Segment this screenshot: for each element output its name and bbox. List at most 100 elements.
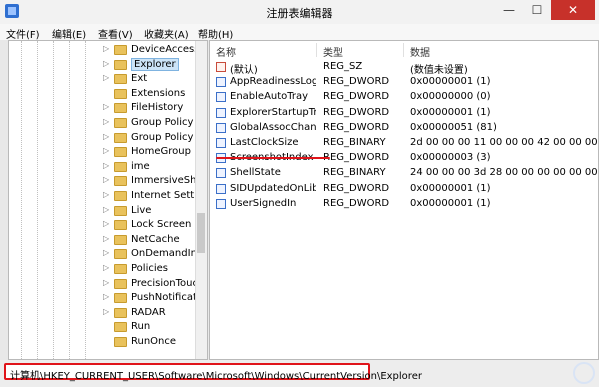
column-header-data[interactable]: 数据 (410, 44, 430, 59)
tree-item-netcache[interactable]: ▷ NetCache (103, 233, 207, 248)
menu-view[interactable]: 查看(V) (98, 26, 133, 41)
tree-item-lock-screen[interactable]: ▷ Lock Screen (103, 218, 207, 233)
tree-item-group-policy-edi[interactable]: ▷ Group Policy Edi (103, 131, 207, 146)
column-divider[interactable] (316, 43, 317, 57)
tree-item-label: FileHistory (131, 102, 184, 114)
expand-arrow-icon[interactable]: ▷ (103, 263, 113, 272)
value-name: LastClockSize (230, 137, 299, 148)
folder-icon (114, 176, 127, 187)
value-row[interactable]: ShellState REG_BINARY 24 00 00 00 3d 28 00… (210, 166, 598, 181)
menu-favorites[interactable]: 收藏夹(A) (144, 26, 189, 41)
registry-path: 计算机\HKEY_CURRENT_USER\Software\Microsoft… (10, 371, 422, 382)
expand-arrow-icon[interactable]: ▷ (103, 117, 113, 126)
binary-value-icon (216, 122, 226, 133)
expand-arrow-icon[interactable]: ▷ (103, 132, 113, 141)
binary-value-icon (216, 138, 226, 148)
expand-arrow-icon[interactable]: ▷ (103, 278, 113, 287)
value-row[interactable]: GlobalAssocChang... REG_DWORD 0x00000051 (… (210, 121, 598, 136)
tree-guide-line (37, 41, 38, 359)
value-data: 0x00000003 (3) (410, 152, 491, 164)
string-value-icon (216, 62, 226, 72)
folder-icon (114, 249, 127, 260)
value-data: 0x00000000 (0) (410, 91, 491, 103)
value-row[interactable]: UserSignedIn REG_DWORD 0x00000001 (1) (210, 197, 598, 212)
menu-help[interactable]: 帮助(H) (198, 26, 233, 41)
value-row[interactable]: EnableAutoTray REG_DWORD 0x00000000 (0) (210, 90, 598, 105)
maximize-button[interactable]: ☐ (523, 0, 551, 20)
column-header-name[interactable]: 名称 (216, 44, 236, 59)
tree-item-immersiveshell[interactable]: ▷ ImmersiveShell (103, 174, 207, 189)
tree-item-explorer[interactable]: ▷ Explorer (103, 57, 207, 73)
menu-edit[interactable]: 编辑(E) (52, 26, 86, 41)
value-row[interactable]: AppReadinessLogo... REG_DWORD 0x00000001 (… (210, 75, 598, 90)
tree-item-live[interactable]: ▷ Live (103, 204, 207, 219)
value-name: SIDUpdatedOnLibr... (230, 182, 316, 194)
status-bar: 计算机\HKEY_CURRENT_USER\Software\Microsoft… (0, 360, 599, 387)
tree-guide-line (85, 41, 86, 359)
minimize-button[interactable]: — (495, 0, 523, 20)
binary-value-icon (216, 183, 226, 194)
expand-arrow-icon[interactable]: ▷ (103, 190, 113, 199)
registry-path-highlight: 计算机\HKEY_CURRENT_USER\Software\Microsoft… (4, 363, 422, 382)
tree-scrollbar-thumb[interactable] (197, 213, 205, 253)
column-header-type[interactable]: 类型 (323, 44, 343, 59)
tree-item-precisiontouchp[interactable]: ▷ PrecisionTouchP (103, 277, 207, 292)
value-name: ShellState (230, 167, 281, 179)
expand-arrow-icon[interactable]: ▷ (103, 44, 113, 53)
folder-icon (114, 132, 127, 143)
tree-item-radar[interactable]: ▷ RADAR (103, 306, 207, 321)
tree-item-policies[interactable]: ▷ Policies (103, 262, 207, 277)
tree-item-internet-settings[interactable]: ▷ Internet Settings (103, 189, 207, 204)
binary-value-icon (216, 168, 226, 179)
tree-item-pushnotification[interactable]: ▷ PushNotification (103, 291, 207, 306)
tree-scrollbar[interactable] (195, 41, 207, 359)
expand-arrow-icon[interactable]: ▷ (103, 292, 113, 301)
folder-icon (114, 220, 127, 231)
close-button[interactable]: ✕ (551, 0, 595, 20)
tree-item-extensions[interactable]: Extensions (103, 87, 207, 102)
tree-item-filehistory[interactable]: ▷ FileHistory (103, 101, 207, 116)
tree-item-group-policy[interactable]: ▷ Group Policy (103, 116, 207, 131)
tree-item-label: Explorer (131, 57, 179, 71)
value-type: REG_BINARY (323, 137, 386, 148)
binary-value-icon (216, 107, 226, 118)
value-row[interactable]: LastClockSize REG_BINARY 2d 00 00 00 11 00… (210, 136, 598, 151)
folder-icon (114, 88, 127, 99)
expand-arrow-icon[interactable]: ▷ (103, 146, 113, 155)
expand-arrow-icon[interactable]: ▷ (103, 307, 113, 316)
tree-item-runonce[interactable]: RunOnce (103, 335, 207, 350)
folder-icon (114, 293, 127, 304)
expand-arrow-icon[interactable]: ▷ (103, 73, 113, 82)
expand-arrow-icon[interactable]: ▷ (103, 248, 113, 257)
value-name: EnableAutoTray (230, 91, 309, 103)
folder-icon (114, 59, 127, 70)
folder-icon (114, 118, 127, 128)
expand-arrow-icon[interactable]: ▷ (103, 59, 113, 68)
tree-item-label: Group Policy (131, 117, 194, 128)
column-divider[interactable] (403, 43, 404, 57)
expand-arrow-icon[interactable]: ▷ (103, 234, 113, 243)
tree-item-deviceaccess[interactable]: ▷ DeviceAccess (103, 43, 207, 58)
tree-item-label: Lock Screen (131, 219, 192, 231)
tree-item-ondemandinter[interactable]: ▷ OnDemandInter (103, 247, 207, 262)
value-row[interactable]: ExplorerStartupTra... REG_DWORD 0x00000001… (210, 106, 598, 121)
tree-item-homegroup[interactable]: ▷ HomeGroup (103, 145, 207, 160)
tree-item-ext[interactable]: ▷ Ext (103, 72, 207, 87)
value-data: (数值未设置) (410, 65, 468, 76)
folder-icon (114, 191, 127, 201)
expand-arrow-icon[interactable]: ▷ (103, 205, 113, 214)
expand-arrow-icon[interactable]: ▷ (103, 219, 113, 228)
folder-icon (114, 278, 127, 289)
tree-item-ime[interactable]: ▷ ime (103, 160, 207, 175)
value-row[interactable]: SIDUpdatedOnLibr... REG_DWORD 0x00000001 (… (210, 182, 598, 197)
value-row[interactable]: (默认) REG_SZ (数值未设置) (210, 60, 598, 76)
expand-arrow-icon[interactable]: ▷ (103, 102, 113, 111)
registry-tree-pane[interactable]: ▷ DeviceAccess ▷ Explorer ▷ Ext Extensions ▷ Fil… (8, 40, 208, 360)
tree-item-run[interactable]: Run (103, 320, 207, 335)
folder-icon (114, 147, 127, 158)
expand-arrow-icon[interactable]: ▷ (103, 175, 113, 184)
values-list-pane[interactable]: 名称 类型 数据 (默认) REG_SZ (数值未设置) AppReadinessLo… (209, 40, 599, 360)
menu-file[interactable]: 文件(F) (6, 26, 40, 41)
value-type: REG_DWORD (323, 121, 390, 133)
expand-arrow-icon[interactable]: ▷ (103, 161, 113, 170)
